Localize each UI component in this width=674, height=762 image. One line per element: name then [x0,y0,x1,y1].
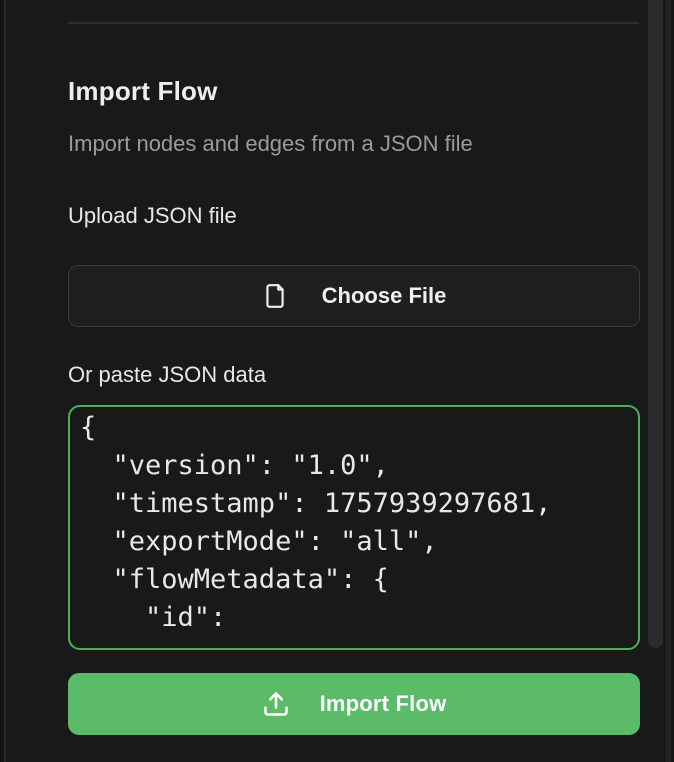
vertical-scrollbar-thumb[interactable] [648,0,663,648]
choose-file-label: Choose File [322,283,447,309]
choose-file-button[interactable]: Choose File [68,265,640,327]
left-edge-line [4,0,6,762]
page-title: Import Flow [68,76,218,107]
file-icon [262,281,288,311]
import-flow-panel: Import Flow Import nodes and edges from … [0,0,674,762]
json-paste-textarea[interactable]: { "version": "1.0", "timestamp": 1757939… [68,405,640,650]
upload-icon [262,690,290,718]
section-subtitle: Import nodes and edges from a JSON file [68,131,473,157]
upload-json-label: Upload JSON file [68,203,237,229]
import-flow-label: Import Flow [320,691,447,717]
section-divider [68,22,639,24]
import-flow-button[interactable]: Import Flow [68,673,640,735]
paste-json-label: Or paste JSON data [68,362,266,388]
